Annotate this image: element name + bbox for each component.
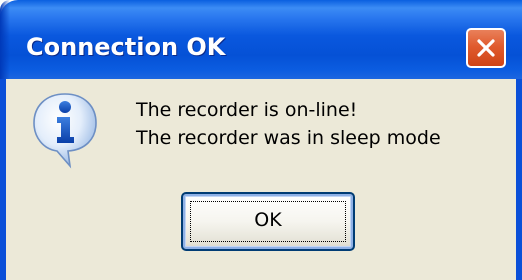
close-button[interactable] (466, 28, 506, 68)
window-border-left (0, 79, 6, 280)
dialog-title: Connection OK (26, 33, 226, 61)
window-border-right (516, 79, 522, 280)
message-line-2: The recorder was in sleep mode (136, 127, 441, 149)
dialog-window: Connection OK The recorder is on-line! T… (0, 0, 522, 280)
title-bar-edge (0, 0, 10, 79)
close-icon (477, 39, 495, 57)
ok-button-label: OK (254, 209, 282, 231)
ok-button[interactable]: OK (181, 192, 355, 251)
title-bar[interactable]: Connection OK (0, 0, 522, 79)
message-line-1: The recorder is on-line! (136, 99, 358, 121)
information-icon (33, 93, 97, 169)
message-text: The recorder is on-line! The recorder wa… (136, 96, 441, 152)
